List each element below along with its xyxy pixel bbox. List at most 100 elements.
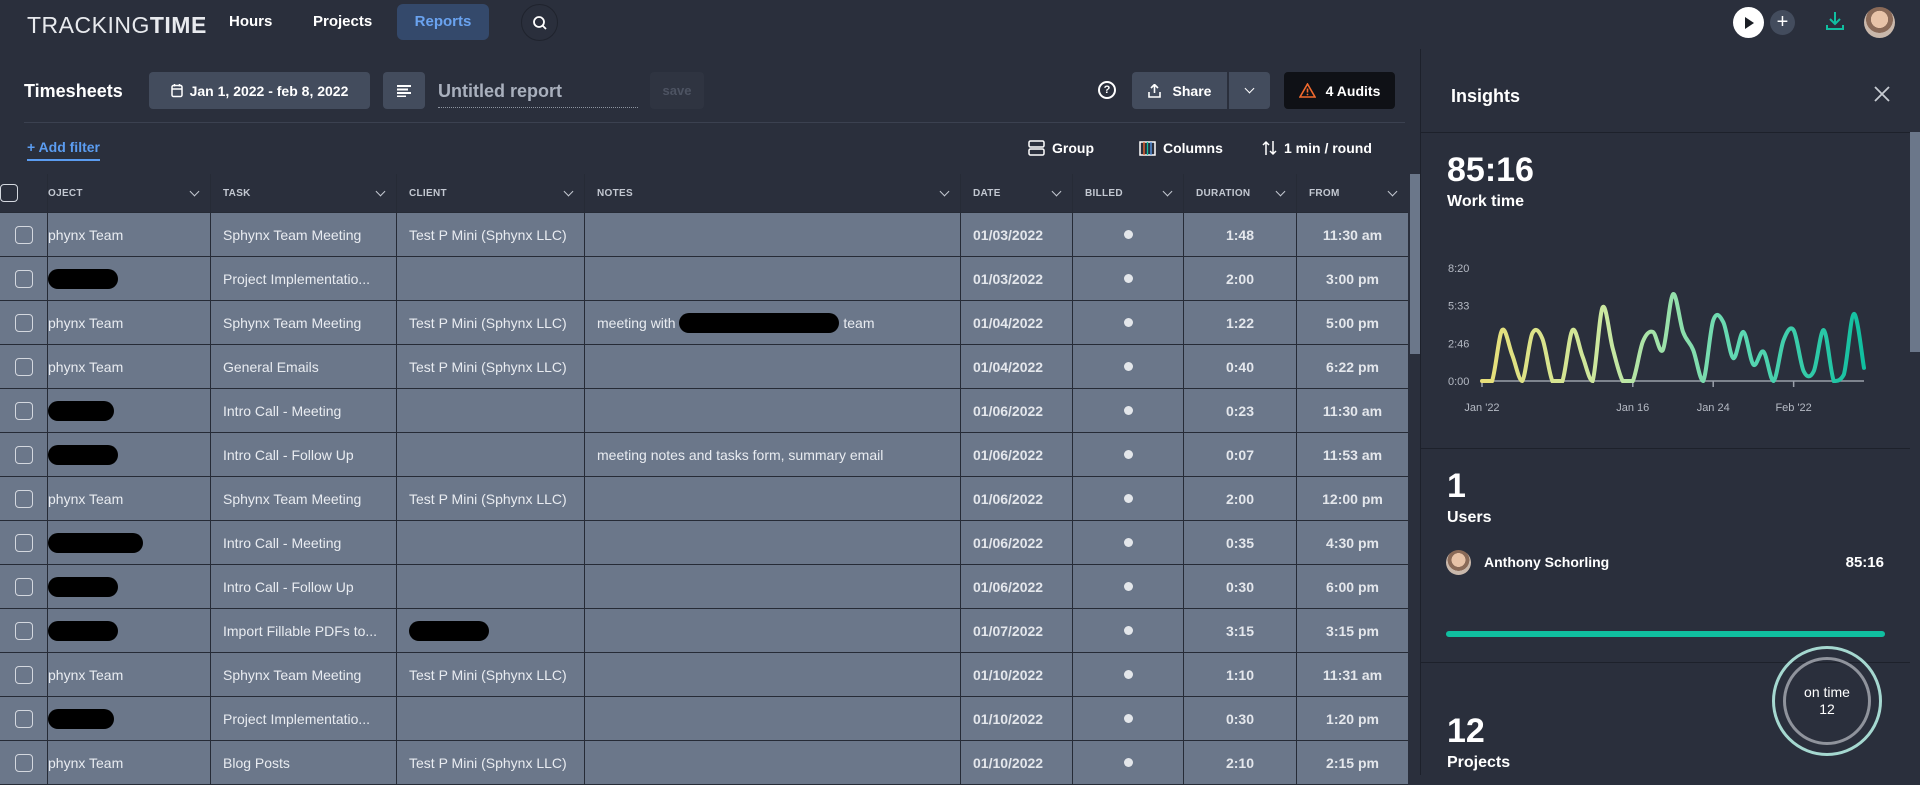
cell-project[interactable]: phynx Team — [48, 301, 211, 344]
cell-notes[interactable] — [585, 345, 961, 388]
cell-project[interactable] — [48, 565, 211, 608]
cell-project[interactable]: phynx Team — [48, 345, 211, 388]
save-button[interactable]: save — [650, 72, 704, 109]
share-dropdown-button[interactable] — [1229, 72, 1270, 109]
table-row[interactable]: Intro Call - Meeting 01/06/2022 0:23 11:… — [0, 389, 1408, 433]
cell-billed[interactable] — [1073, 389, 1184, 432]
cell-duration[interactable]: 0:07 — [1184, 433, 1297, 476]
cell-date[interactable]: 01/06/2022 — [961, 433, 1073, 476]
add-filter-button[interactable]: + Add filter — [27, 139, 100, 161]
cell-date[interactable]: 01/06/2022 — [961, 565, 1073, 608]
cell-duration[interactable]: 0:30 — [1184, 697, 1297, 740]
cell-notes[interactable] — [585, 565, 961, 608]
cell-notes[interactable] — [585, 653, 961, 696]
column-header-project[interactable]: OJECT — [48, 174, 211, 212]
row-checkbox[interactable] — [0, 433, 48, 476]
cell-duration[interactable]: 1:10 — [1184, 653, 1297, 696]
cell-billed[interactable] — [1073, 257, 1184, 300]
cell-notes[interactable]: meeting notes and tasks form, summary em… — [585, 433, 961, 476]
rounding-button[interactable]: 1 min / round — [1262, 138, 1372, 158]
cell-from[interactable]: 3:00 pm — [1297, 257, 1408, 300]
cell-client[interactable]: Test P Mini (Sphynx LLC) — [397, 301, 585, 344]
column-header-from[interactable]: FROM — [1297, 174, 1408, 212]
cell-billed[interactable] — [1073, 609, 1184, 652]
table-row[interactable]: Project Implementatio... 01/03/2022 2:00… — [0, 257, 1408, 301]
cell-date[interactable]: 01/06/2022 — [961, 389, 1073, 432]
cell-project[interactable] — [48, 389, 211, 432]
column-header-billed[interactable]: BILLED — [1073, 174, 1184, 212]
cell-billed[interactable] — [1073, 477, 1184, 520]
cell-date[interactable]: 01/10/2022 — [961, 697, 1073, 740]
cell-notes[interactable] — [585, 741, 961, 784]
cell-client[interactable] — [397, 257, 585, 300]
cell-client[interactable]: Test P Mini (Sphynx LLC) — [397, 213, 585, 256]
cell-duration[interactable]: 0:23 — [1184, 389, 1297, 432]
cell-task[interactable]: General Emails — [211, 345, 397, 388]
cell-project[interactable] — [48, 521, 211, 564]
cell-date[interactable]: 01/07/2022 — [961, 609, 1073, 652]
cell-project[interactable] — [48, 433, 211, 476]
user-avatar[interactable] — [1864, 7, 1895, 38]
cell-billed[interactable] — [1073, 741, 1184, 784]
cell-billed[interactable] — [1073, 565, 1184, 608]
search-button[interactable] — [521, 4, 558, 41]
table-row[interactable]: phynx Team Blog Posts Test P Mini (Sphyn… — [0, 741, 1408, 785]
column-header-notes[interactable]: NOTES — [585, 174, 961, 212]
row-checkbox[interactable] — [0, 521, 48, 564]
cell-task[interactable]: Sphynx Team Meeting — [211, 301, 397, 344]
cell-from[interactable]: 5:00 pm — [1297, 301, 1408, 344]
cell-client[interactable] — [397, 521, 585, 564]
cell-billed[interactable] — [1073, 521, 1184, 564]
cell-project[interactable]: phynx Team — [48, 741, 211, 784]
cell-notes[interactable]: meeting with team — [585, 301, 961, 344]
nav-hours[interactable]: Hours — [215, 4, 286, 40]
cell-from[interactable]: 6:00 pm — [1297, 565, 1408, 608]
cell-from[interactable]: 4:30 pm — [1297, 521, 1408, 564]
cell-from[interactable]: 11:30 am — [1297, 213, 1408, 256]
cell-date[interactable]: 01/06/2022 — [961, 521, 1073, 564]
cell-task[interactable]: Project Implementatio... — [211, 697, 397, 740]
cell-billed[interactable] — [1073, 653, 1184, 696]
table-row[interactable]: phynx Team Sphynx Team Meeting Test P Mi… — [0, 653, 1408, 697]
table-row[interactable]: Project Implementatio... 01/10/2022 0:30… — [0, 697, 1408, 741]
table-scrollbar[interactable] — [1410, 174, 1420, 354]
app-logo[interactable]: TRACKINGTIME — [27, 12, 207, 39]
cell-task[interactable]: Intro Call - Meeting — [211, 389, 397, 432]
cell-from[interactable]: 12:00 pm — [1297, 477, 1408, 520]
cell-task[interactable]: Intro Call - Follow Up — [211, 433, 397, 476]
column-header-client[interactable]: CLIENT — [397, 174, 585, 212]
group-button[interactable]: Group — [1028, 138, 1094, 158]
row-checkbox[interactable] — [0, 653, 48, 696]
cell-project[interactable] — [48, 609, 211, 652]
cell-notes[interactable] — [585, 697, 961, 740]
cell-project[interactable] — [48, 257, 211, 300]
cell-date[interactable]: 01/04/2022 — [961, 301, 1073, 344]
cell-notes[interactable] — [585, 257, 961, 300]
cell-duration[interactable]: 2:10 — [1184, 741, 1297, 784]
cell-client[interactable] — [397, 565, 585, 608]
cell-project[interactable]: phynx Team — [48, 477, 211, 520]
cell-duration[interactable]: 0:40 — [1184, 345, 1297, 388]
cell-task[interactable]: Intro Call - Follow Up — [211, 565, 397, 608]
cell-duration[interactable]: 1:22 — [1184, 301, 1297, 344]
cell-task[interactable]: Intro Call - Meeting — [211, 521, 397, 564]
cell-from[interactable]: 2:15 pm — [1297, 741, 1408, 784]
row-checkbox[interactable] — [0, 565, 48, 608]
cell-client[interactable] — [397, 609, 585, 652]
table-row[interactable]: Intro Call - Follow Up meeting notes and… — [0, 433, 1408, 477]
cell-billed[interactable] — [1073, 433, 1184, 476]
table-row[interactable]: phynx Team Sphynx Team Meeting Test P Mi… — [0, 477, 1408, 521]
cell-notes[interactable] — [585, 389, 961, 432]
cell-project[interactable]: phynx Team — [48, 213, 211, 256]
table-row[interactable]: phynx Team Sphynx Team Meeting Test P Mi… — [0, 213, 1408, 257]
table-row[interactable]: Import Fillable PDFs to... 01/07/2022 3:… — [0, 609, 1408, 653]
row-checkbox[interactable] — [0, 213, 48, 256]
cell-client[interactable]: Test P Mini (Sphynx LLC) — [397, 477, 585, 520]
date-range-button[interactable]: Jan 1, 2022 - feb 8, 2022 — [149, 72, 370, 109]
cell-from[interactable]: 11:53 am — [1297, 433, 1408, 476]
column-header-date[interactable]: DATE — [961, 174, 1073, 212]
report-name-input[interactable]: Untitled report — [438, 76, 638, 108]
cell-billed[interactable] — [1073, 697, 1184, 740]
row-checkbox[interactable] — [0, 609, 48, 652]
cell-duration[interactable]: 2:00 — [1184, 257, 1297, 300]
